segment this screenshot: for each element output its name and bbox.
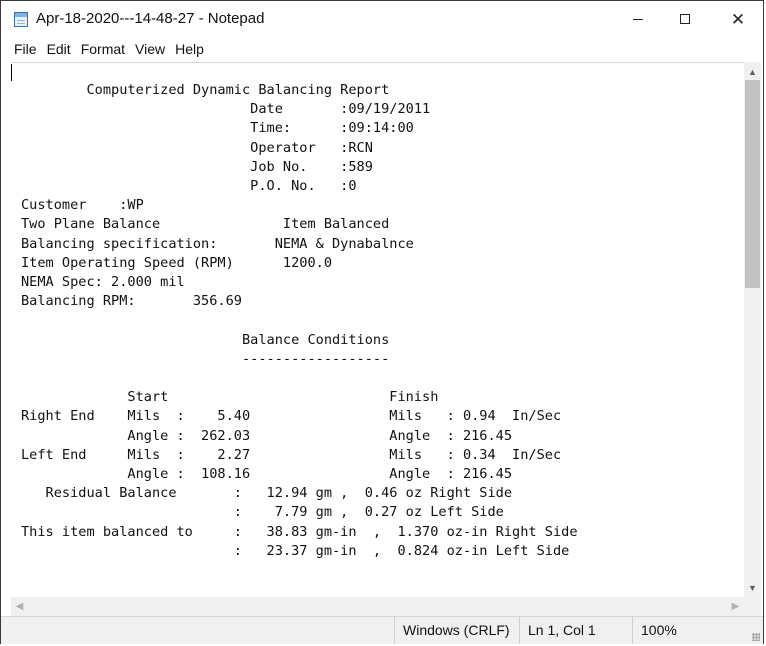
notepad-window: Apr-18-2020---14-48-27 - Notepad ✕ File … (0, 0, 764, 644)
document-line: : 7.79 gm , 0.27 oz Left Side (21, 504, 504, 521)
document-line: Left End Mils : 2.27 Mils : 0.34 In/Sec (21, 446, 562, 463)
text-cursor (11, 64, 12, 81)
document-line: Date :09/19/2011 (21, 101, 431, 118)
document-line: Operator :RCN (21, 139, 373, 156)
document-line: Residual Balance : 12.94 gm , 0.46 oz Ri… (21, 485, 513, 502)
scroll-right-arrow-icon[interactable]: ▶ (727, 597, 744, 616)
document-line: P.O. No. :0 (21, 178, 357, 195)
vertical-scroll-thumb[interactable] (745, 80, 760, 288)
menu-bar: File Edit Format View Help (1, 37, 763, 61)
document-line: Balancing specification: NEMA & Dynabaln… (21, 235, 414, 252)
menu-file[interactable]: File (1, 38, 42, 60)
document-line: Balancing RPM: 356.69 (21, 293, 242, 310)
document-line: Job No. :589 (21, 158, 373, 175)
document-text[interactable]: Computerized Dynamic Balancing Report Da… (11, 81, 578, 561)
scroll-left-arrow-icon[interactable]: ◀ (11, 597, 28, 616)
document-line: Balance Conditions (21, 331, 390, 348)
document-line: This item balanced to : 38.83 gm-in , 1.… (21, 523, 578, 540)
minimize-button[interactable] (615, 1, 661, 37)
vertical-scrollbar[interactable]: ▲ ▼ (744, 62, 761, 597)
document-line: Time: :09:14:00 (21, 120, 414, 137)
scrollbar-corner (744, 597, 761, 616)
document-line: : 23.37 gm-in , 0.824 oz-in Left Side (21, 542, 570, 559)
text-editor-area[interactable]: Computerized Dynamic Balancing Report Da… (11, 62, 744, 597)
scroll-down-arrow-icon[interactable]: ▼ (744, 580, 761, 597)
scroll-up-arrow-icon[interactable]: ▲ (744, 64, 761, 81)
document-line: NEMA Spec: 2.000 mil (21, 274, 185, 291)
document-line: Angle : 108.16 Angle : 216.45 (21, 466, 513, 483)
status-bar: Windows (CRLF) Ln 1, Col 1 100% (1, 616, 763, 644)
title-bar[interactable]: Apr-18-2020---14-48-27 - Notepad ✕ (1, 1, 763, 37)
resize-grip-icon[interactable] (752, 633, 760, 641)
horizontal-scrollbar[interactable]: ◀ ▶ (11, 597, 744, 616)
menu-edit[interactable]: Edit (42, 38, 76, 60)
document-line: Start Finish (21, 389, 439, 406)
close-button[interactable]: ✕ (715, 1, 761, 37)
close-icon: ✕ (730, 9, 746, 29)
menu-help[interactable]: Help (170, 38, 209, 60)
status-cursor-position: Ln 1, Col 1 (519, 617, 596, 644)
document-line: Right End Mils : 5.40 Mils : 0.94 In/Sec (21, 408, 562, 425)
document-line: Customer :WP (21, 197, 144, 214)
document-line: ------------------ (21, 350, 390, 367)
status-zoom: 100% (632, 617, 677, 644)
document-line: Computerized Dynamic Balancing Report (21, 82, 390, 98)
menu-format[interactable]: Format (76, 38, 130, 60)
window-title: Apr-18-2020---14-48-27 - Notepad (36, 10, 265, 27)
menu-view[interactable]: View (130, 38, 170, 60)
minimize-icon (633, 18, 643, 20)
status-encoding: Windows (CRLF) (394, 617, 510, 644)
maximize-button[interactable] (662, 1, 708, 37)
notepad-app-icon (14, 12, 28, 27)
document-line: Angle : 262.03 Angle : 216.45 (21, 427, 513, 444)
maximize-icon (680, 14, 690, 24)
document-line: Two Plane Balance Item Balanced (21, 216, 390, 233)
document-line: Item Operating Speed (RPM) 1200.0 (21, 254, 332, 271)
